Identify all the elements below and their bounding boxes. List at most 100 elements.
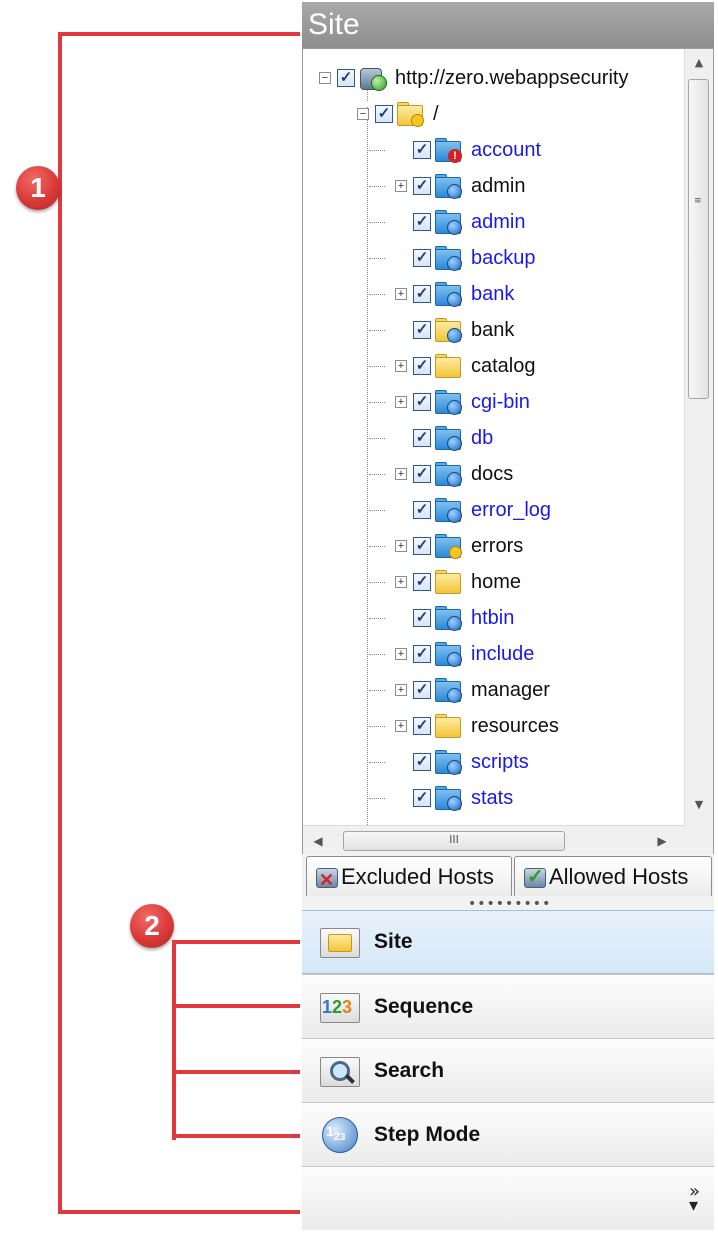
checkbox-checked[interactable]: ✓: [413, 357, 431, 375]
expand-icon[interactable]: +: [395, 180, 407, 192]
tree-leaf-spacer: [395, 756, 407, 768]
checkbox-checked[interactable]: ✓: [375, 105, 393, 123]
tree-folder-row[interactable]: ✓ stats: [395, 781, 513, 815]
nav-site-label: Site: [374, 930, 413, 953]
expand-icon[interactable]: +: [395, 396, 407, 408]
tree-folder-row[interactable]: + ✓ catalog: [395, 349, 536, 383]
tree-root-row[interactable]: − ✓ http://zero.webappsecurity: [319, 61, 628, 95]
tree-folder-row[interactable]: + ✓ docs: [395, 457, 513, 491]
tree-folder-row[interactable]: + ✓ bank: [395, 277, 514, 311]
checkbox-checked[interactable]: ✓: [413, 285, 431, 303]
tab-allowed-hosts[interactable]: ✓ Allowed Hosts: [514, 856, 712, 896]
scroll-grip-icon: ≡: [694, 196, 702, 206]
allowed-hosts-icon: ✓: [521, 864, 547, 890]
tree-folder-row-root[interactable]: − ✓ /: [357, 97, 439, 131]
scroll-left-icon[interactable]: ◀: [307, 826, 329, 855]
tree-folder-row[interactable]: ✓ scripts: [395, 745, 529, 779]
checkbox-checked[interactable]: ✓: [413, 717, 431, 735]
nav-sequence-button[interactable]: 123 Sequence: [302, 974, 714, 1038]
blue-folder-globe-icon: [433, 210, 463, 235]
tree-folder-row[interactable]: ✓! account: [395, 133, 541, 167]
tree-folder-row[interactable]: + ✓ cgi-bin: [395, 385, 530, 419]
tree-folder-label: errors: [471, 534, 524, 557]
configure-buttons-chevron-icon[interactable]: » ▾: [689, 1183, 700, 1215]
checkbox-checked[interactable]: ✓: [413, 429, 431, 447]
expand-icon[interactable]: +: [395, 576, 407, 588]
tree-folder-row[interactable]: + ✓ resources: [395, 709, 559, 743]
tree-connector: [369, 726, 385, 727]
checkbox-checked[interactable]: ✓: [413, 645, 431, 663]
checkbox-checked[interactable]: ✓: [413, 177, 431, 195]
nav-search-button[interactable]: Search: [302, 1038, 714, 1102]
scroll-right-icon[interactable]: ▶: [651, 826, 673, 855]
site-database-icon: [357, 66, 387, 91]
annotation2-line-sequence: [172, 1004, 300, 1008]
tree-folder-label: bank: [471, 318, 515, 341]
scroll-up-icon[interactable]: ▲: [685, 53, 713, 73]
expand-icon[interactable]: +: [395, 360, 407, 372]
horizontal-scroll-thumb[interactable]: III: [343, 831, 565, 851]
scroll-down-icon[interactable]: ▼: [685, 795, 713, 815]
tree-folder-row[interactable]: ✓ error_log: [395, 493, 551, 527]
navigation-pane: Site 123 Sequence Search 123 Step Mode »…: [302, 910, 714, 1230]
site-panel: Site − ✓ http://zero.webappsecurity − ✓: [302, 2, 716, 1232]
nav-site-button[interactable]: Site: [302, 910, 714, 974]
checkbox-checked[interactable]: ✓: [413, 573, 431, 591]
expand-icon[interactable]: +: [395, 468, 407, 480]
collapse-icon[interactable]: −: [357, 108, 369, 120]
expand-icon[interactable]: +: [395, 540, 407, 552]
tab-excluded-hosts[interactable]: ✕ Excluded Hosts: [306, 856, 512, 896]
checkbox-checked[interactable]: ✓: [413, 213, 431, 231]
checkbox-checked[interactable]: ✓: [413, 681, 431, 699]
checkbox-checked[interactable]: ✓: [413, 501, 431, 519]
tree-folder-label: admin: [471, 174, 526, 197]
annotation2-line-site: [172, 940, 300, 944]
site-tree[interactable]: − ✓ http://zero.webappsecurity − ✓ / ✓! a…: [302, 48, 714, 856]
checkbox-checked[interactable]: ✓: [413, 537, 431, 555]
checkbox-checked[interactable]: ✓: [413, 753, 431, 771]
tree-folder-row[interactable]: ✓ htbin: [395, 601, 514, 635]
checkbox-checked[interactable]: ✓: [413, 321, 431, 339]
checkbox-checked[interactable]: ✓: [413, 249, 431, 267]
blue-folder-globe-icon: [433, 426, 463, 451]
tree-folder-label: catalog: [471, 354, 536, 377]
tree-folder-row[interactable]: ✓ admin: [395, 205, 525, 239]
horizontal-scrollbar[interactable]: ◀ III ▶: [303, 825, 685, 855]
checkbox-checked[interactable]: ✓: [413, 789, 431, 807]
tree-folder-row[interactable]: + ✓ include: [395, 637, 534, 671]
expand-icon[interactable]: +: [395, 648, 407, 660]
yellow-folder-globe-icon: [433, 318, 463, 343]
vertical-scrollbar[interactable]: ▲ ≡ ▼: [684, 49, 713, 825]
tree-connector: [369, 402, 385, 403]
tree-folder-row[interactable]: + ✓ errors: [395, 529, 523, 563]
tree-folder-row[interactable]: + ✓ home: [395, 565, 521, 599]
checkbox-checked[interactable]: ✓: [413, 393, 431, 411]
tree-folder-label: /: [433, 102, 439, 125]
tree-folder-row[interactable]: + ✓ manager: [395, 673, 550, 707]
tree-folder-row[interactable]: + ✓ admin: [395, 169, 525, 203]
blue-folder-globe-icon: [433, 642, 463, 667]
nav-stepmode-button[interactable]: 123 Step Mode: [302, 1102, 714, 1166]
tree-connector: [369, 366, 385, 367]
collapse-icon[interactable]: −: [319, 72, 331, 84]
blue-folder-globe-icon: [433, 246, 463, 271]
expand-icon[interactable]: +: [395, 288, 407, 300]
yellow-folder-icon: [433, 354, 463, 378]
expand-icon[interactable]: +: [395, 684, 407, 696]
checkbox-checked[interactable]: ✓: [413, 609, 431, 627]
tree-connector: [369, 510, 385, 511]
tree-folder-row[interactable]: ✓ backup: [395, 241, 536, 275]
tree-folder-row[interactable]: ✓ bank: [395, 313, 514, 347]
tree-folder-row[interactable]: ✓ db: [395, 421, 493, 455]
expand-icon[interactable]: +: [395, 720, 407, 732]
vertical-scroll-thumb[interactable]: [688, 79, 709, 399]
tab-allowed-hosts-label: Allowed Hosts: [549, 863, 689, 889]
sequence-123-icon: 123: [318, 989, 360, 1025]
checkbox-checked[interactable]: ✓: [413, 141, 431, 159]
tree-folder-label: bank: [471, 282, 515, 305]
splitter-grip-icon[interactable]: •••••••••: [468, 897, 551, 911]
annotation2-line-search: [172, 1070, 300, 1074]
checkbox-checked[interactable]: ✓: [337, 69, 355, 87]
checkbox-checked[interactable]: ✓: [413, 465, 431, 483]
yellow-folder-lock-icon: [395, 102, 425, 127]
